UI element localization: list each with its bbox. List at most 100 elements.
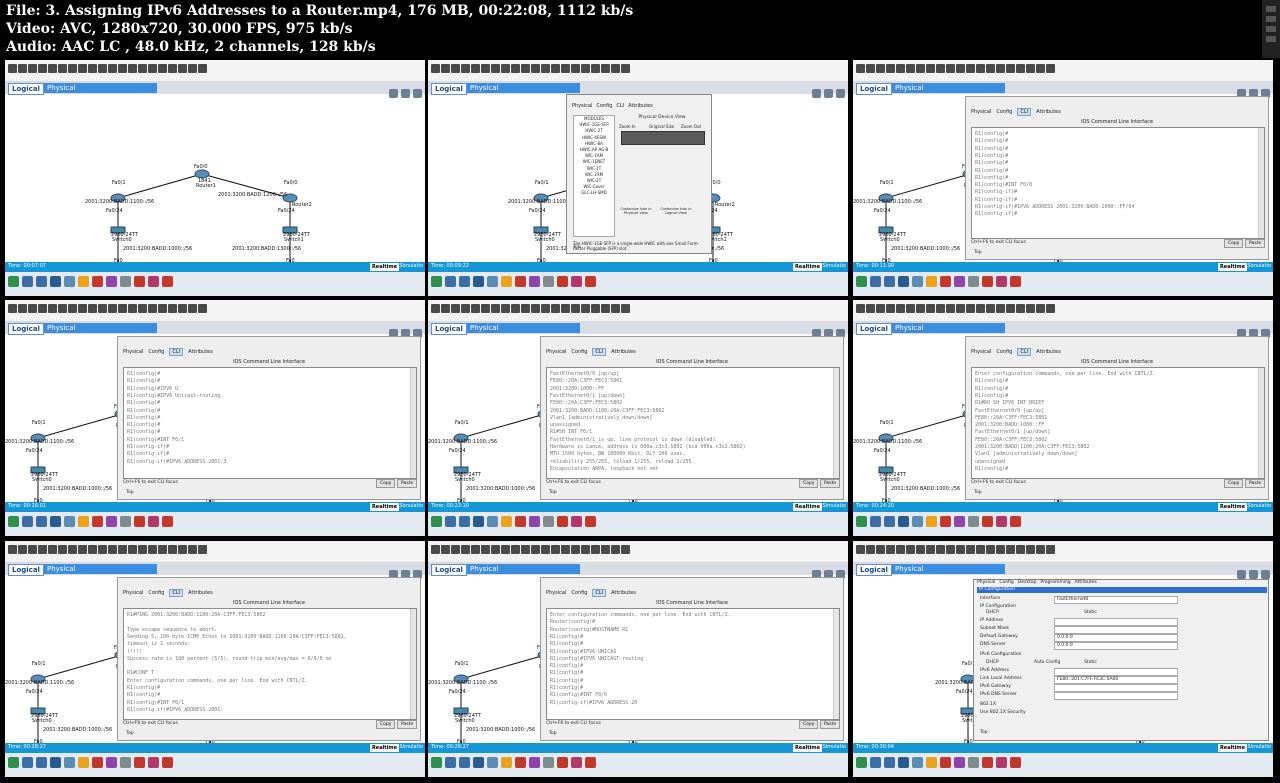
toolbar-icon[interactable] — [976, 64, 985, 73]
device-type-icon[interactable] — [529, 757, 540, 768]
device-type-icon[interactable] — [36, 757, 47, 768]
device-type-icon[interactable] — [968, 516, 979, 527]
device-type-icon[interactable] — [120, 276, 131, 287]
toolbar-icon[interactable] — [561, 64, 570, 73]
device-type-icon[interactable] — [585, 276, 596, 287]
toolbar-icon[interactable] — [551, 545, 560, 554]
toolbar-icon[interactable] — [28, 64, 37, 73]
cli-scrollbar[interactable] — [833, 368, 839, 478]
device-type-icon[interactable] — [968, 757, 979, 768]
ipv6-gateway-field[interactable] — [1054, 684, 1178, 692]
cli-terminal[interactable]: R1#PING 2001:3200:BADD:1100:20A:C3FF:FEC… — [123, 608, 417, 720]
device-type-icon[interactable] — [982, 757, 993, 768]
tab-physical[interactable]: Physical — [44, 564, 157, 574]
copy-button[interactable]: Copy — [1224, 479, 1244, 488]
toolbar-icon[interactable] — [178, 545, 187, 554]
toolbar-icon[interactable] — [188, 64, 197, 73]
tab-physical[interactable]: Physical — [971, 109, 991, 115]
toolbar-icon[interactable] — [1016, 545, 1025, 554]
ip-address-field[interactable] — [1054, 618, 1178, 626]
dhcp-radio[interactable]: DHCP — [986, 610, 999, 615]
cli-terminal[interactable]: FastEthernet0/0 [up/up] FE80::20A:C3FF:F… — [546, 367, 840, 479]
toolbar-icon[interactable] — [591, 304, 600, 313]
toolbar-icon[interactable] — [926, 304, 935, 313]
device-type-icon[interactable] — [982, 516, 993, 527]
device-type-icon[interactable] — [1010, 276, 1021, 287]
tab-attributes[interactable]: Attributes — [1036, 349, 1061, 355]
toolbar-icon[interactable] — [88, 304, 97, 313]
toolbar-icon[interactable] — [936, 304, 945, 313]
copy-button[interactable]: Copy — [376, 720, 396, 729]
device-type-icon[interactable] — [940, 516, 951, 527]
toolbar-icon[interactable] — [38, 545, 47, 554]
device-type-icon[interactable] — [64, 276, 75, 287]
toolbar-icon[interactable] — [198, 304, 207, 313]
toolbar-icon[interactable] — [531, 304, 540, 313]
toolbar-icon[interactable] — [18, 304, 27, 313]
simulation-tab[interactable]: Simulatio — [823, 263, 846, 269]
toolbar-icon[interactable] — [581, 545, 590, 554]
toolbar-icon[interactable] — [551, 304, 560, 313]
toolbar-icon[interactable] — [996, 304, 1005, 313]
tab-config[interactable]: Config — [996, 109, 1012, 115]
device-type-icon[interactable] — [856, 757, 867, 768]
device-type-icon[interactable] — [585, 516, 596, 527]
toolbar-icon[interactable] — [986, 545, 995, 554]
toolbar-icon[interactable] — [611, 304, 620, 313]
ipv6-address-field[interactable] — [1054, 668, 1178, 676]
device-type-icon[interactable] — [557, 276, 568, 287]
toolbar-icon[interactable] — [128, 545, 137, 554]
always-on-top-checkbox[interactable]: Top — [549, 731, 557, 736]
toolbar-icon[interactable] — [168, 545, 177, 554]
device-type-icon[interactable] — [571, 276, 582, 287]
device-type-icon[interactable] — [557, 757, 568, 768]
toolbar-icon[interactable] — [561, 545, 570, 554]
zoom-out-button[interactable]: Zoom Out — [681, 124, 701, 129]
cli-scrollbar[interactable] — [1258, 368, 1264, 478]
toolbar-icon[interactable] — [996, 545, 1005, 554]
realtime-button[interactable]: Realtime — [1217, 263, 1247, 271]
tab-physical[interactable]: Physical — [467, 564, 580, 574]
device-type-icon[interactable] — [884, 516, 895, 527]
toolbar-icon[interactable] — [58, 545, 67, 554]
toolbar-icon[interactable] — [501, 304, 510, 313]
toolbar-icon[interactable] — [946, 64, 955, 73]
toolbar-icon[interactable] — [148, 64, 157, 73]
paste-button[interactable]: Paste — [1245, 239, 1266, 248]
device-type-icon[interactable] — [926, 516, 937, 527]
paste-button[interactable]: Paste — [1245, 479, 1266, 488]
tab-attributes[interactable]: Attributes — [188, 349, 213, 355]
tab-physical[interactable]: Physical — [892, 323, 1005, 333]
simulation-tab[interactable]: Simulatio — [1248, 263, 1271, 269]
cli-scrollbar[interactable] — [833, 609, 839, 719]
toolbar-icon[interactable] — [621, 545, 630, 554]
device-type-icon[interactable] — [515, 757, 526, 768]
realtime-button[interactable]: Realtime — [1217, 503, 1247, 511]
toolbar-icon[interactable] — [431, 545, 440, 554]
toolbar-icon[interactable] — [511, 64, 520, 73]
tab-physical[interactable]: Physical — [123, 590, 143, 596]
device-type-icon[interactable] — [996, 516, 1007, 527]
toolbar-icon[interactable] — [521, 64, 530, 73]
tab-physical[interactable]: Physical — [971, 349, 991, 355]
toolbar-icon[interactable] — [178, 304, 187, 313]
toolbar-icon[interactable] — [28, 304, 37, 313]
device-type-icon[interactable] — [856, 276, 867, 287]
toolbar-icon[interactable] — [98, 64, 107, 73]
device-type-icon[interactable] — [92, 757, 103, 768]
tab-physical[interactable]: Physical — [977, 580, 995, 585]
toolbar-icon[interactable] — [128, 64, 137, 73]
toolbar-icon[interactable] — [118, 304, 127, 313]
toolbar-icon[interactable] — [1046, 64, 1055, 73]
device-type-icon[interactable] — [529, 516, 540, 527]
toolbar-icon[interactable] — [38, 304, 47, 313]
toolbar-icon[interactable] — [906, 64, 915, 73]
device-type-icon[interactable] — [968, 276, 979, 287]
toolbar-icon[interactable] — [58, 64, 67, 73]
toolbar-icon[interactable] — [551, 64, 560, 73]
device-type-icon[interactable] — [50, 516, 61, 527]
device-type-icon[interactable] — [543, 757, 554, 768]
toolbar-icon[interactable] — [138, 545, 147, 554]
toolbar-icon[interactable] — [521, 304, 530, 313]
toolbar-icon[interactable] — [138, 64, 147, 73]
